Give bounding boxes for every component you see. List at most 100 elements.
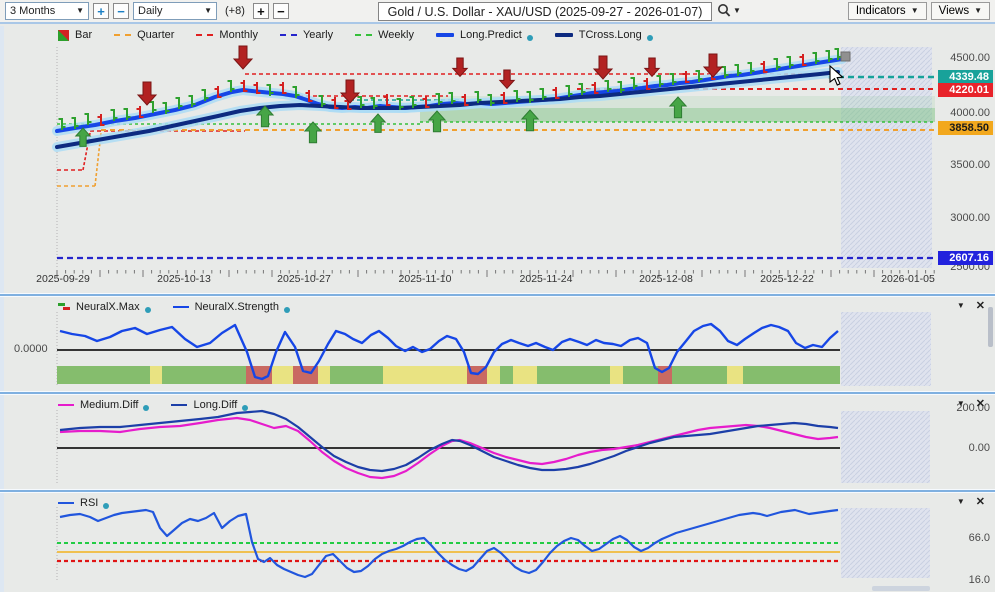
price-bar <box>709 68 716 80</box>
price-bar <box>228 80 235 92</box>
neuralx-strip-segment <box>330 366 383 384</box>
symbol-title: Gold / U.S. Dollar - XAU/USD (2025-09-27… <box>388 5 703 19</box>
price-bar <box>215 86 222 98</box>
neuralx-strip-segment <box>383 366 467 384</box>
neuralx-strip-segment <box>162 366 246 384</box>
collapse-panel-icon[interactable]: ▼ <box>957 399 965 408</box>
price-bar <box>319 95 326 107</box>
prediction-zone <box>841 411 930 483</box>
price-bar <box>111 109 118 121</box>
legend-item-monthly[interactable]: Monthly <box>196 29 258 41</box>
info-icon[interactable] <box>527 35 533 41</box>
price-bar <box>527 91 534 103</box>
price-bar <box>722 66 729 78</box>
range-zoom-in-button[interactable]: + <box>93 3 109 19</box>
neuralx-strip-segment <box>623 366 658 384</box>
date-label: 2025-11-10 <box>385 273 465 285</box>
vertical-scrollbar[interactable] <box>988 307 993 347</box>
legend-item-neuralx-max[interactable]: NeuralX.Max <box>58 301 151 313</box>
price-bar <box>657 75 664 87</box>
neuralx-strength-line-icon <box>173 306 189 309</box>
legend-item-yearly[interactable]: Yearly <box>280 29 333 41</box>
price-badge: 2607.16 <box>938 251 993 265</box>
legend-item-long-predict[interactable]: Long.Predict <box>436 29 533 41</box>
bars-add-button[interactable]: + <box>253 3 269 19</box>
panel-divider[interactable] <box>0 392 995 394</box>
symbol-search[interactable]: ▼ <box>717 3 741 18</box>
buy-signal-arrow <box>670 97 686 118</box>
info-icon[interactable] <box>242 405 248 411</box>
price-bar <box>644 78 651 90</box>
info-icon[interactable] <box>143 405 149 411</box>
neuralx-strip-segment <box>150 366 162 384</box>
diff-legend: Medium.Diff Long.Diff <box>58 399 248 411</box>
chevron-down-icon: ▼ <box>911 7 919 15</box>
neuralx-strip-segment <box>272 366 293 384</box>
price-bar <box>748 62 755 74</box>
collapse-panel-icon[interactable]: ▼ <box>957 497 965 506</box>
price-bar <box>514 90 521 102</box>
price-bar <box>553 87 560 99</box>
price-bar <box>410 96 417 108</box>
chevron-down-icon: ▼ <box>76 7 84 15</box>
range-select[interactable]: 3 Months ▼ <box>5 2 89 20</box>
legend-item-rsi[interactable]: RSI <box>58 497 109 509</box>
close-panel-icon[interactable]: ✕ <box>976 397 985 410</box>
prediction-zone <box>841 47 932 268</box>
legend-item-long-diff[interactable]: Long.Diff <box>171 399 248 411</box>
panel-divider[interactable] <box>0 490 995 492</box>
price-bar <box>813 52 820 64</box>
info-icon[interactable] <box>103 503 109 509</box>
close-panel-icon[interactable]: ✕ <box>976 495 985 508</box>
neuralx-strip-segment <box>246 366 272 384</box>
date-label: 2025-12-08 <box>626 273 706 285</box>
legend-item-quarter[interactable]: Quarter <box>114 29 174 41</box>
symbol-title-box[interactable]: Gold / U.S. Dollar - XAU/USD (2025-09-27… <box>378 2 712 21</box>
sell-signal-arrow <box>138 82 156 105</box>
info-icon[interactable] <box>647 35 653 41</box>
price-bar <box>540 88 547 100</box>
sell-signal-arrow <box>341 80 359 103</box>
buy-signal-arrow <box>371 114 385 132</box>
horizontal-scrollbar[interactable] <box>872 586 930 591</box>
collapse-panel-icon[interactable]: ▼ <box>957 301 965 310</box>
range-zoom-out-button[interactable]: − <box>113 3 129 19</box>
neuralx-strip-segment <box>318 366 330 384</box>
close-panel-icon[interactable]: ✕ <box>976 299 985 312</box>
neuralx-strip-segment <box>293 366 318 384</box>
price-badge: 4339.48 <box>938 70 993 84</box>
buy-signal-arrow <box>522 110 538 131</box>
interval-select[interactable]: Daily ▼ <box>133 2 217 20</box>
price-bar <box>566 85 573 97</box>
price-bar <box>59 118 66 130</box>
indicators-button[interactable]: Indicators ▼ <box>848 2 927 20</box>
info-icon[interactable] <box>284 307 290 313</box>
date-label: 2025-12-22 <box>747 273 827 285</box>
legend-item-medium-diff[interactable]: Medium.Diff <box>58 399 149 411</box>
price-bar <box>72 117 79 129</box>
legend-item-tcross-long[interactable]: TCross.Long <box>555 29 653 41</box>
trading-app-window: { "toolbar": { "range_select": "3 Months… <box>0 0 995 592</box>
price-bar <box>397 98 404 110</box>
quarter-line-icon <box>114 34 131 36</box>
price-bar <box>735 64 742 76</box>
price-bar <box>605 80 612 92</box>
price-bar <box>189 95 196 107</box>
info-icon[interactable] <box>145 307 151 313</box>
rsi-panel-controls: ▼ ✕ <box>957 495 985 508</box>
neuralx-strip-segment <box>513 366 537 384</box>
panel-divider[interactable] <box>0 294 995 296</box>
legend-item-neuralx-strength[interactable]: NeuralX.Strength <box>173 301 290 313</box>
mouse-cursor <box>830 66 843 85</box>
neuralx-strip-segment <box>658 366 672 384</box>
views-button[interactable]: Views ▼ <box>931 2 990 20</box>
bar-count-label: (+8) <box>225 5 245 17</box>
date-label: 2025-09-29 <box>23 273 103 285</box>
price-bar <box>826 50 833 62</box>
legend-item-bar[interactable]: Bar <box>58 29 92 41</box>
series-Long.Diff <box>60 411 838 471</box>
legend-item-weekly[interactable]: Weekly <box>355 29 414 41</box>
price-bar <box>293 86 300 98</box>
bars-remove-button[interactable]: − <box>273 3 289 19</box>
price-bar <box>683 71 690 83</box>
